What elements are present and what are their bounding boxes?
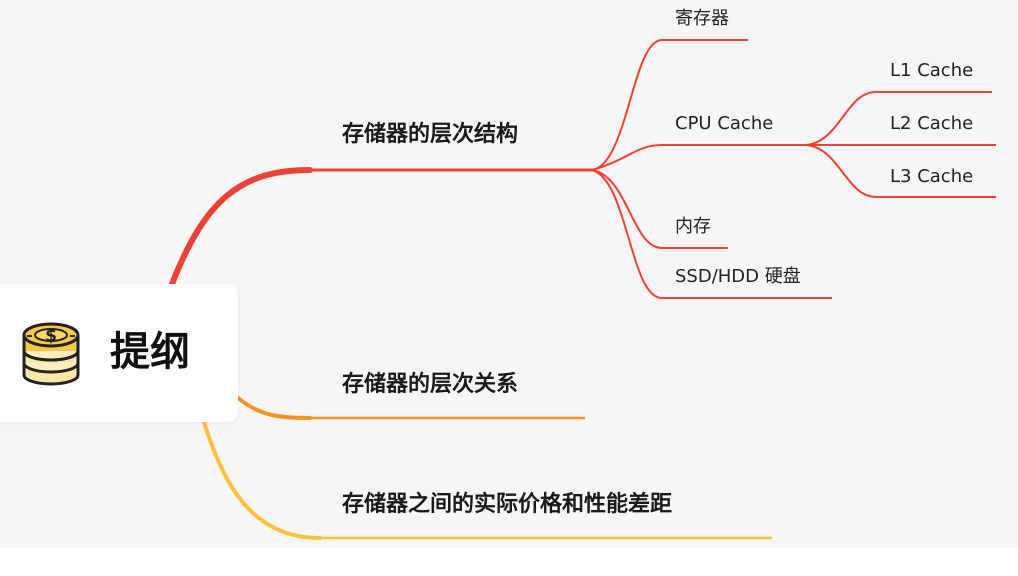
root-label: 提纲 <box>110 329 190 375</box>
node-l2-cache[interactable]: L2 Cache <box>890 111 973 137</box>
connector-root-branch-2 <box>236 396 312 420</box>
connector-l3 <box>805 144 877 198</box>
connector-memory <box>591 169 663 249</box>
connector-root-branch-1 <box>169 167 313 287</box>
svg-text:$: $ <box>45 326 57 346</box>
connector-cpu-cache <box>591 144 663 171</box>
node-l3-cache[interactable]: L3 Cache <box>890 164 973 190</box>
node-ssd-hdd[interactable]: SSD/HDD 硬盘 <box>675 264 801 290</box>
node-memory[interactable]: 内存 <box>675 214 711 240</box>
coin-stack-icon: $ <box>22 322 80 386</box>
mind-map-canvas: $ 提纲 存储器的层次结构 存储器的层次关系 存储器之间的实际价格和性能差距 寄… <box>0 0 1018 576</box>
branch-price-performance-gap[interactable]: 存储器之间的实际价格和性能差距 <box>342 490 672 520</box>
bottom-margin <box>0 548 1018 576</box>
node-l1-cache[interactable]: L1 Cache <box>890 58 973 84</box>
branch-hierarchy-relation[interactable]: 存储器的层次关系 <box>342 370 518 400</box>
connector-disk <box>591 169 663 299</box>
connector-register <box>591 39 663 171</box>
branch-hierarchy-structure[interactable]: 存储器的层次结构 <box>342 120 518 150</box>
connector-root-branch-3 <box>202 420 322 540</box>
node-register[interactable]: 寄存器 <box>675 6 729 32</box>
root-node[interactable]: $ 提纲 <box>0 284 238 422</box>
connector-l1 <box>805 91 877 146</box>
node-cpu-cache[interactable]: CPU Cache <box>675 111 773 137</box>
